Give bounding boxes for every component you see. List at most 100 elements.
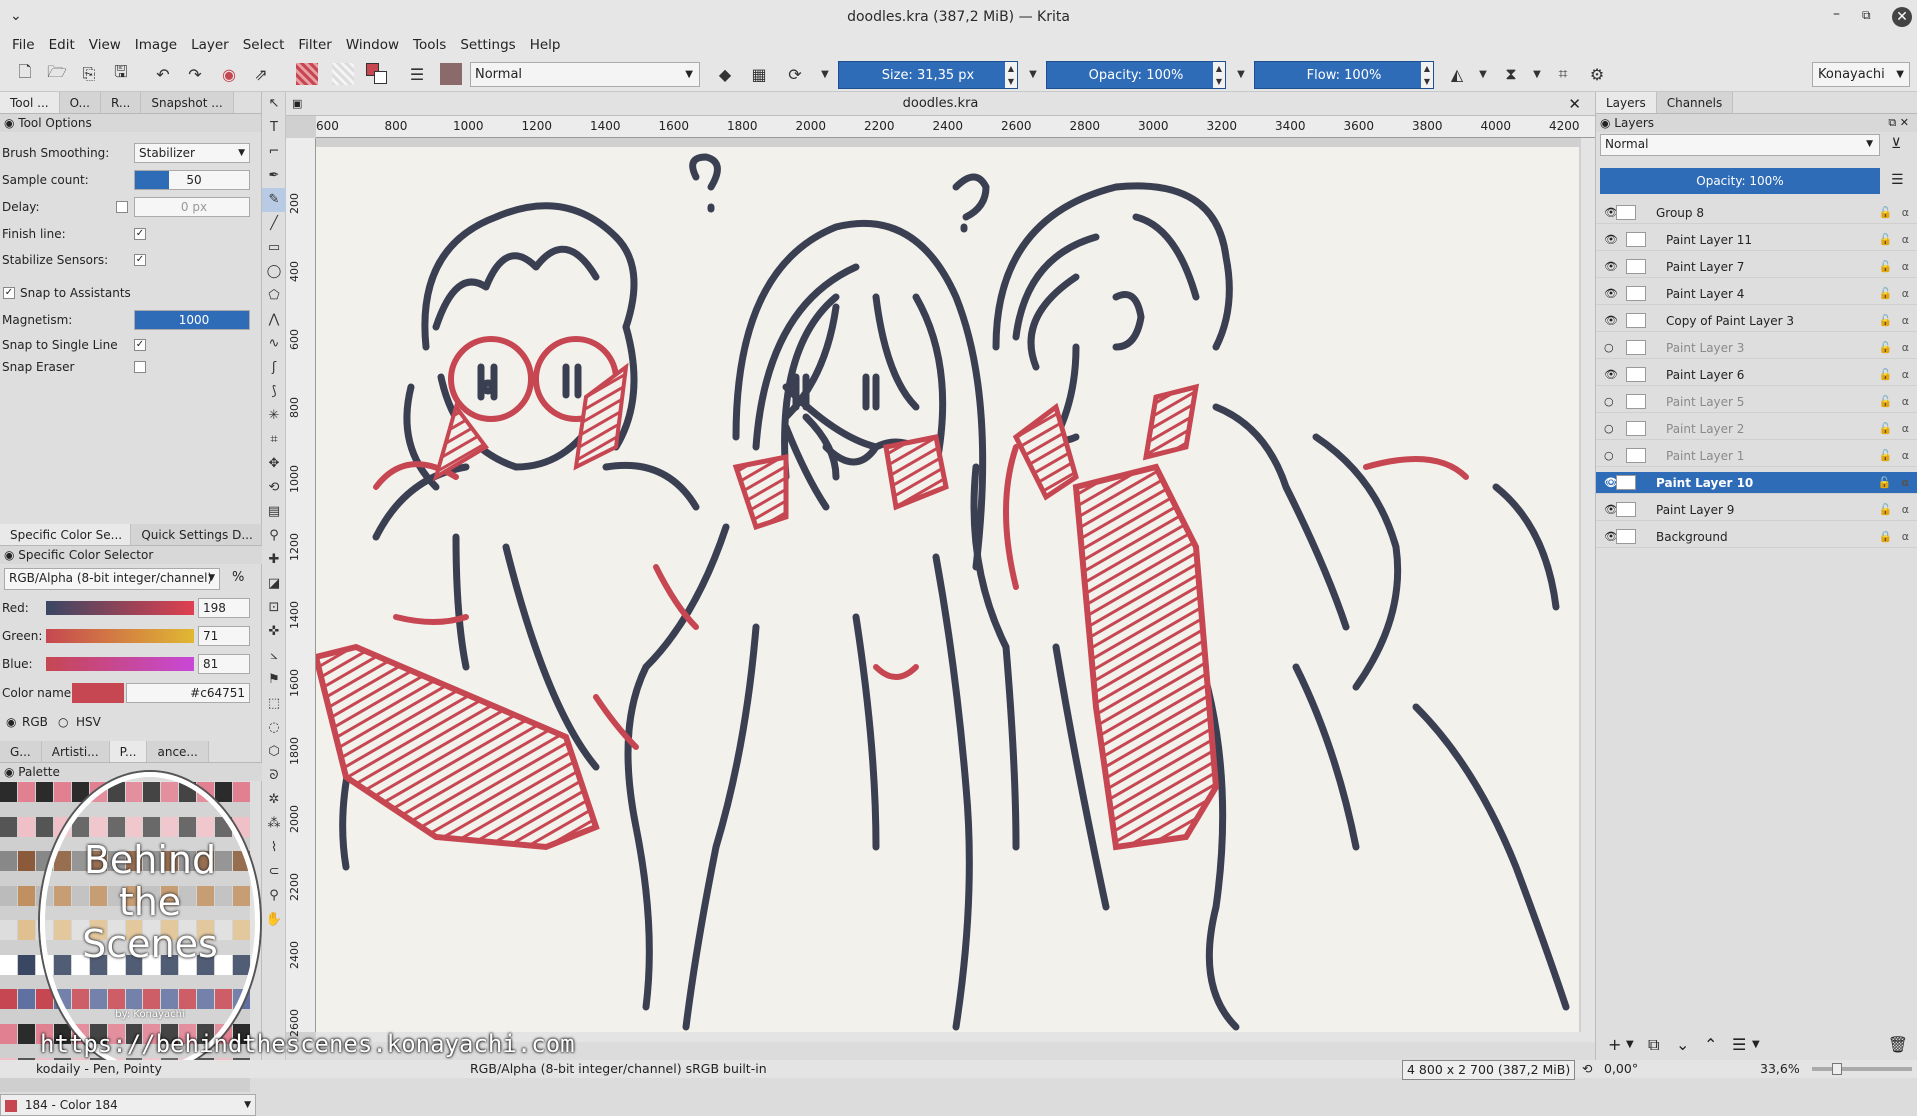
color-picker-icon[interactable]: ⚲ bbox=[262, 524, 286, 548]
open-document-icon[interactable]: 🗁 bbox=[46, 62, 68, 85]
brush-size-slider[interactable]: Size: 31,35 px ▲ ▼ bbox=[838, 61, 1018, 89]
freehand-select-icon[interactable]: ᘐ bbox=[262, 764, 286, 788]
magnetism-slider[interactable]: 1000 bbox=[134, 310, 250, 330]
polygon-tool-icon[interactable]: ⬠ bbox=[262, 284, 286, 308]
visibility-eye-icon[interactable]: 👁 bbox=[1604, 310, 1618, 332]
calligraphy-icon[interactable]: ✒ bbox=[262, 164, 286, 188]
close-document-icon[interactable]: ✕ bbox=[1568, 92, 1581, 116]
chevron-down-icon[interactable]: ▼ bbox=[1752, 1032, 1760, 1058]
edit-shapes-icon[interactable]: ⌐ bbox=[262, 140, 286, 164]
move-layer-down-icon[interactable]: ⌄ bbox=[1676, 1032, 1689, 1058]
layer-row[interactable]: 👁 Copy of Paint Layer 3 🔓 α bbox=[1596, 310, 1917, 332]
layer-blend-select[interactable]: Normal ▼ bbox=[1600, 134, 1880, 156]
redo-icon[interactable]: ↷ bbox=[184, 63, 206, 85]
blend-mode-select[interactable]: Normal ▼ bbox=[470, 62, 700, 87]
layer-row[interactable]: 👁 Paint Layer 4 🔓 α bbox=[1596, 283, 1917, 305]
crop-tool-icon[interactable]: ⌗ bbox=[262, 428, 286, 452]
layer-row[interactable]: ○ Paint Layer 3 🔓 α bbox=[1596, 337, 1917, 359]
layer-lock-alpha-icons[interactable]: 🔓 α bbox=[1879, 256, 1912, 278]
freehand-path-icon[interactable]: ʃ bbox=[262, 356, 286, 380]
palette-swatch[interactable] bbox=[17, 782, 35, 802]
red-slider[interactable] bbox=[46, 601, 194, 615]
finish-line-checkbox[interactable]: ✓ bbox=[134, 228, 146, 240]
size-spinner[interactable]: ▲ ▼ bbox=[1005, 62, 1017, 88]
snap-single-line-checkbox[interactable]: ✓ bbox=[134, 339, 146, 351]
vertical-scrollbar[interactable] bbox=[1581, 138, 1595, 1032]
menu-tools[interactable]: Tools bbox=[407, 37, 452, 53]
mirror-horizontal-icon[interactable]: ◭ bbox=[1446, 63, 1468, 85]
layer-row[interactable]: 👁 Paint Layer 9 🔓 α bbox=[1596, 499, 1917, 521]
visibility-eye-icon[interactable]: ○ bbox=[1604, 391, 1614, 413]
flow-spinner[interactable]: ▲ ▼ bbox=[1421, 62, 1433, 88]
menu-select[interactable]: Select bbox=[237, 37, 291, 53]
green-slider[interactable] bbox=[46, 629, 194, 643]
pan-tool-icon[interactable]: ✋ bbox=[262, 908, 286, 932]
menu-window[interactable]: Window bbox=[340, 37, 405, 53]
similar-select-icon[interactable]: ⁂ bbox=[262, 812, 286, 836]
zoom-slider-handle[interactable] bbox=[1832, 1063, 1842, 1075]
bezier-tool-icon[interactable]: ∿ bbox=[262, 332, 286, 356]
pattern-swatch-icon[interactable] bbox=[332, 63, 354, 85]
save-icon[interactable]: 🖫 bbox=[110, 62, 132, 85]
snap-eraser-checkbox[interactable] bbox=[134, 361, 146, 373]
gradient-swatch-icon[interactable] bbox=[296, 63, 318, 85]
snap-assistants-checkbox[interactable]: ✓ bbox=[3, 287, 15, 299]
polygon-select-icon[interactable]: ⬡ bbox=[262, 740, 286, 764]
image-size-status[interactable]: 4 800 x 2 700 (387,2 MiB) bbox=[1402, 1060, 1576, 1080]
rectangle-tool-icon[interactable]: ▭ bbox=[262, 236, 286, 260]
smart-patch-icon[interactable]: ✚ bbox=[262, 548, 286, 572]
chevron-down-icon[interactable]: ▼ bbox=[1472, 63, 1494, 85]
palette-swatch[interactable] bbox=[17, 1023, 35, 1044]
bezier-select-icon[interactable]: ⌇ bbox=[262, 836, 286, 860]
menu-file[interactable]: File bbox=[6, 37, 41, 53]
layer-lock-alpha-icons[interactable]: 🔓 α bbox=[1879, 418, 1912, 440]
palette-swatch[interactable] bbox=[0, 782, 17, 802]
palette-swatch[interactable] bbox=[35, 816, 53, 837]
menu-settings[interactable]: Settings bbox=[454, 37, 521, 53]
visibility-eye-icon[interactable]: 👁 bbox=[1604, 256, 1618, 278]
tab-reference[interactable]: R... bbox=[100, 92, 142, 113]
palette-swatch[interactable] bbox=[17, 816, 35, 837]
preserve-alpha-icon[interactable]: ▦ bbox=[748, 63, 770, 85]
hsv-radio[interactable]: ○ bbox=[58, 711, 68, 733]
layer-lock-alpha-icons[interactable]: 🔓 α bbox=[1879, 202, 1912, 224]
brush-smoothing-select[interactable]: Stabilizer ▼ bbox=[134, 143, 250, 163]
palette-swatch[interactable] bbox=[35, 782, 53, 802]
visibility-eye-icon[interactable]: ○ bbox=[1604, 337, 1614, 359]
delay-field[interactable]: 0 px bbox=[134, 197, 250, 217]
new-document-icon[interactable]: 🗋 bbox=[14, 62, 36, 85]
zoom-slider[interactable] bbox=[1812, 1063, 1912, 1075]
palette-swatch[interactable] bbox=[17, 851, 35, 872]
zoom-tool-icon[interactable]: ⚲ bbox=[262, 884, 286, 908]
minimize-icon[interactable]: – bbox=[1833, 6, 1840, 22]
chevron-down-icon[interactable]: ▼ bbox=[1230, 63, 1252, 85]
palette-current-select[interactable]: 184 - Color 184 ▼ bbox=[0, 1094, 256, 1116]
layer-row[interactable]: ○ Paint Layer 2 🔓 α bbox=[1596, 418, 1917, 440]
percent-toggle-icon[interactable]: % bbox=[232, 570, 244, 585]
drawing-canvas[interactable] bbox=[316, 147, 1579, 1032]
delay-checkbox[interactable] bbox=[116, 201, 128, 213]
undo-icon[interactable]: ↶ bbox=[152, 63, 174, 85]
menu-filter[interactable]: Filter bbox=[292, 37, 337, 53]
duplicate-layer-icon[interactable]: ⧉ bbox=[1648, 1032, 1659, 1058]
tab-g[interactable]: G... bbox=[0, 741, 42, 762]
delete-layer-icon[interactable]: 🗑 bbox=[1888, 1032, 1908, 1058]
layer-lock-alpha-icons[interactable]: 🔓 α bbox=[1879, 229, 1912, 251]
layer-row[interactable]: ○ Paint Layer 5 🔓 α bbox=[1596, 391, 1917, 413]
maximize-icon[interactable]: ⧉ bbox=[1862, 8, 1871, 23]
visibility-eye-icon[interactable]: ○ bbox=[1604, 418, 1614, 440]
ellipse-tool-icon[interactable]: ◯ bbox=[262, 260, 286, 284]
transform-tool-icon[interactable]: ⟲ bbox=[262, 476, 286, 500]
layer-row[interactable]: 👁 Paint Layer 6 🔓 α bbox=[1596, 364, 1917, 386]
layer-lock-alpha-icons[interactable]: 🔓 α bbox=[1879, 283, 1912, 305]
layer-row[interactable]: 👁 Paint Layer 7 🔓 α bbox=[1596, 256, 1917, 278]
layer-properties-icon[interactable]: ☰ bbox=[1732, 1032, 1746, 1058]
tab-channels[interactable]: Channels bbox=[1656, 92, 1734, 113]
multibrush-icon[interactable]: ✳ bbox=[262, 404, 286, 428]
color-model-select[interactable]: RGB/Alpha (8-bit integer/channel) ▼ bbox=[4, 568, 220, 590]
palette-swatch[interactable] bbox=[0, 851, 17, 872]
text-tool-icon[interactable]: T bbox=[262, 116, 286, 140]
assistant-tool-icon[interactable]: ✜ bbox=[262, 620, 286, 644]
select-shapes-icon[interactable]: ↖ bbox=[262, 92, 286, 116]
palette-swatch[interactable] bbox=[0, 885, 17, 906]
